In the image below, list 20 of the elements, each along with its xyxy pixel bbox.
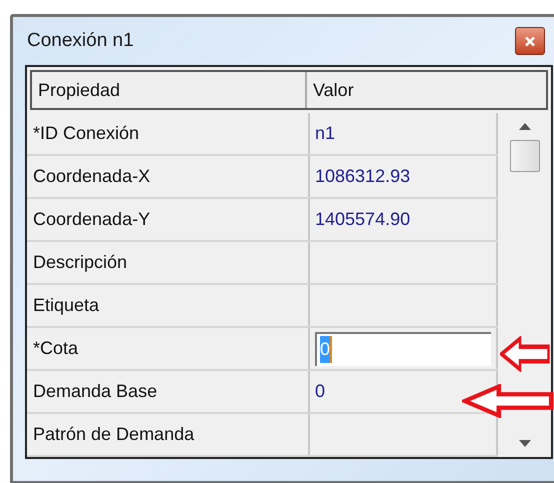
scroll-down-icon[interactable] <box>518 440 530 447</box>
property-value: 0 <box>315 380 326 403</box>
arrow-annotation-icon <box>500 336 550 372</box>
property-label: Patrón de Demanda <box>33 423 194 446</box>
property-label: *Cota <box>33 337 78 360</box>
property-value: n1 <box>315 122 336 145</box>
property-label: Etiqueta <box>33 294 100 317</box>
arrow-annotation-icon <box>462 384 554 418</box>
property-label: Coordenada-Y <box>33 208 150 231</box>
close-button[interactable] <box>515 27 545 55</box>
close-icon <box>524 36 536 46</box>
property-label: Demanda Base <box>33 380 158 403</box>
property-label: *ID Conexión <box>33 122 140 145</box>
property-value: 1086312.93 <box>315 165 410 188</box>
scroll-thumb[interactable] <box>510 140 540 172</box>
property-label: Descripción <box>33 251 128 274</box>
window-title: Conexión n1 <box>27 28 134 53</box>
property-value: 1405574.90 <box>315 208 410 231</box>
property-label: Coordenada-X <box>33 165 150 188</box>
scroll-up-icon[interactable] <box>518 123 530 130</box>
